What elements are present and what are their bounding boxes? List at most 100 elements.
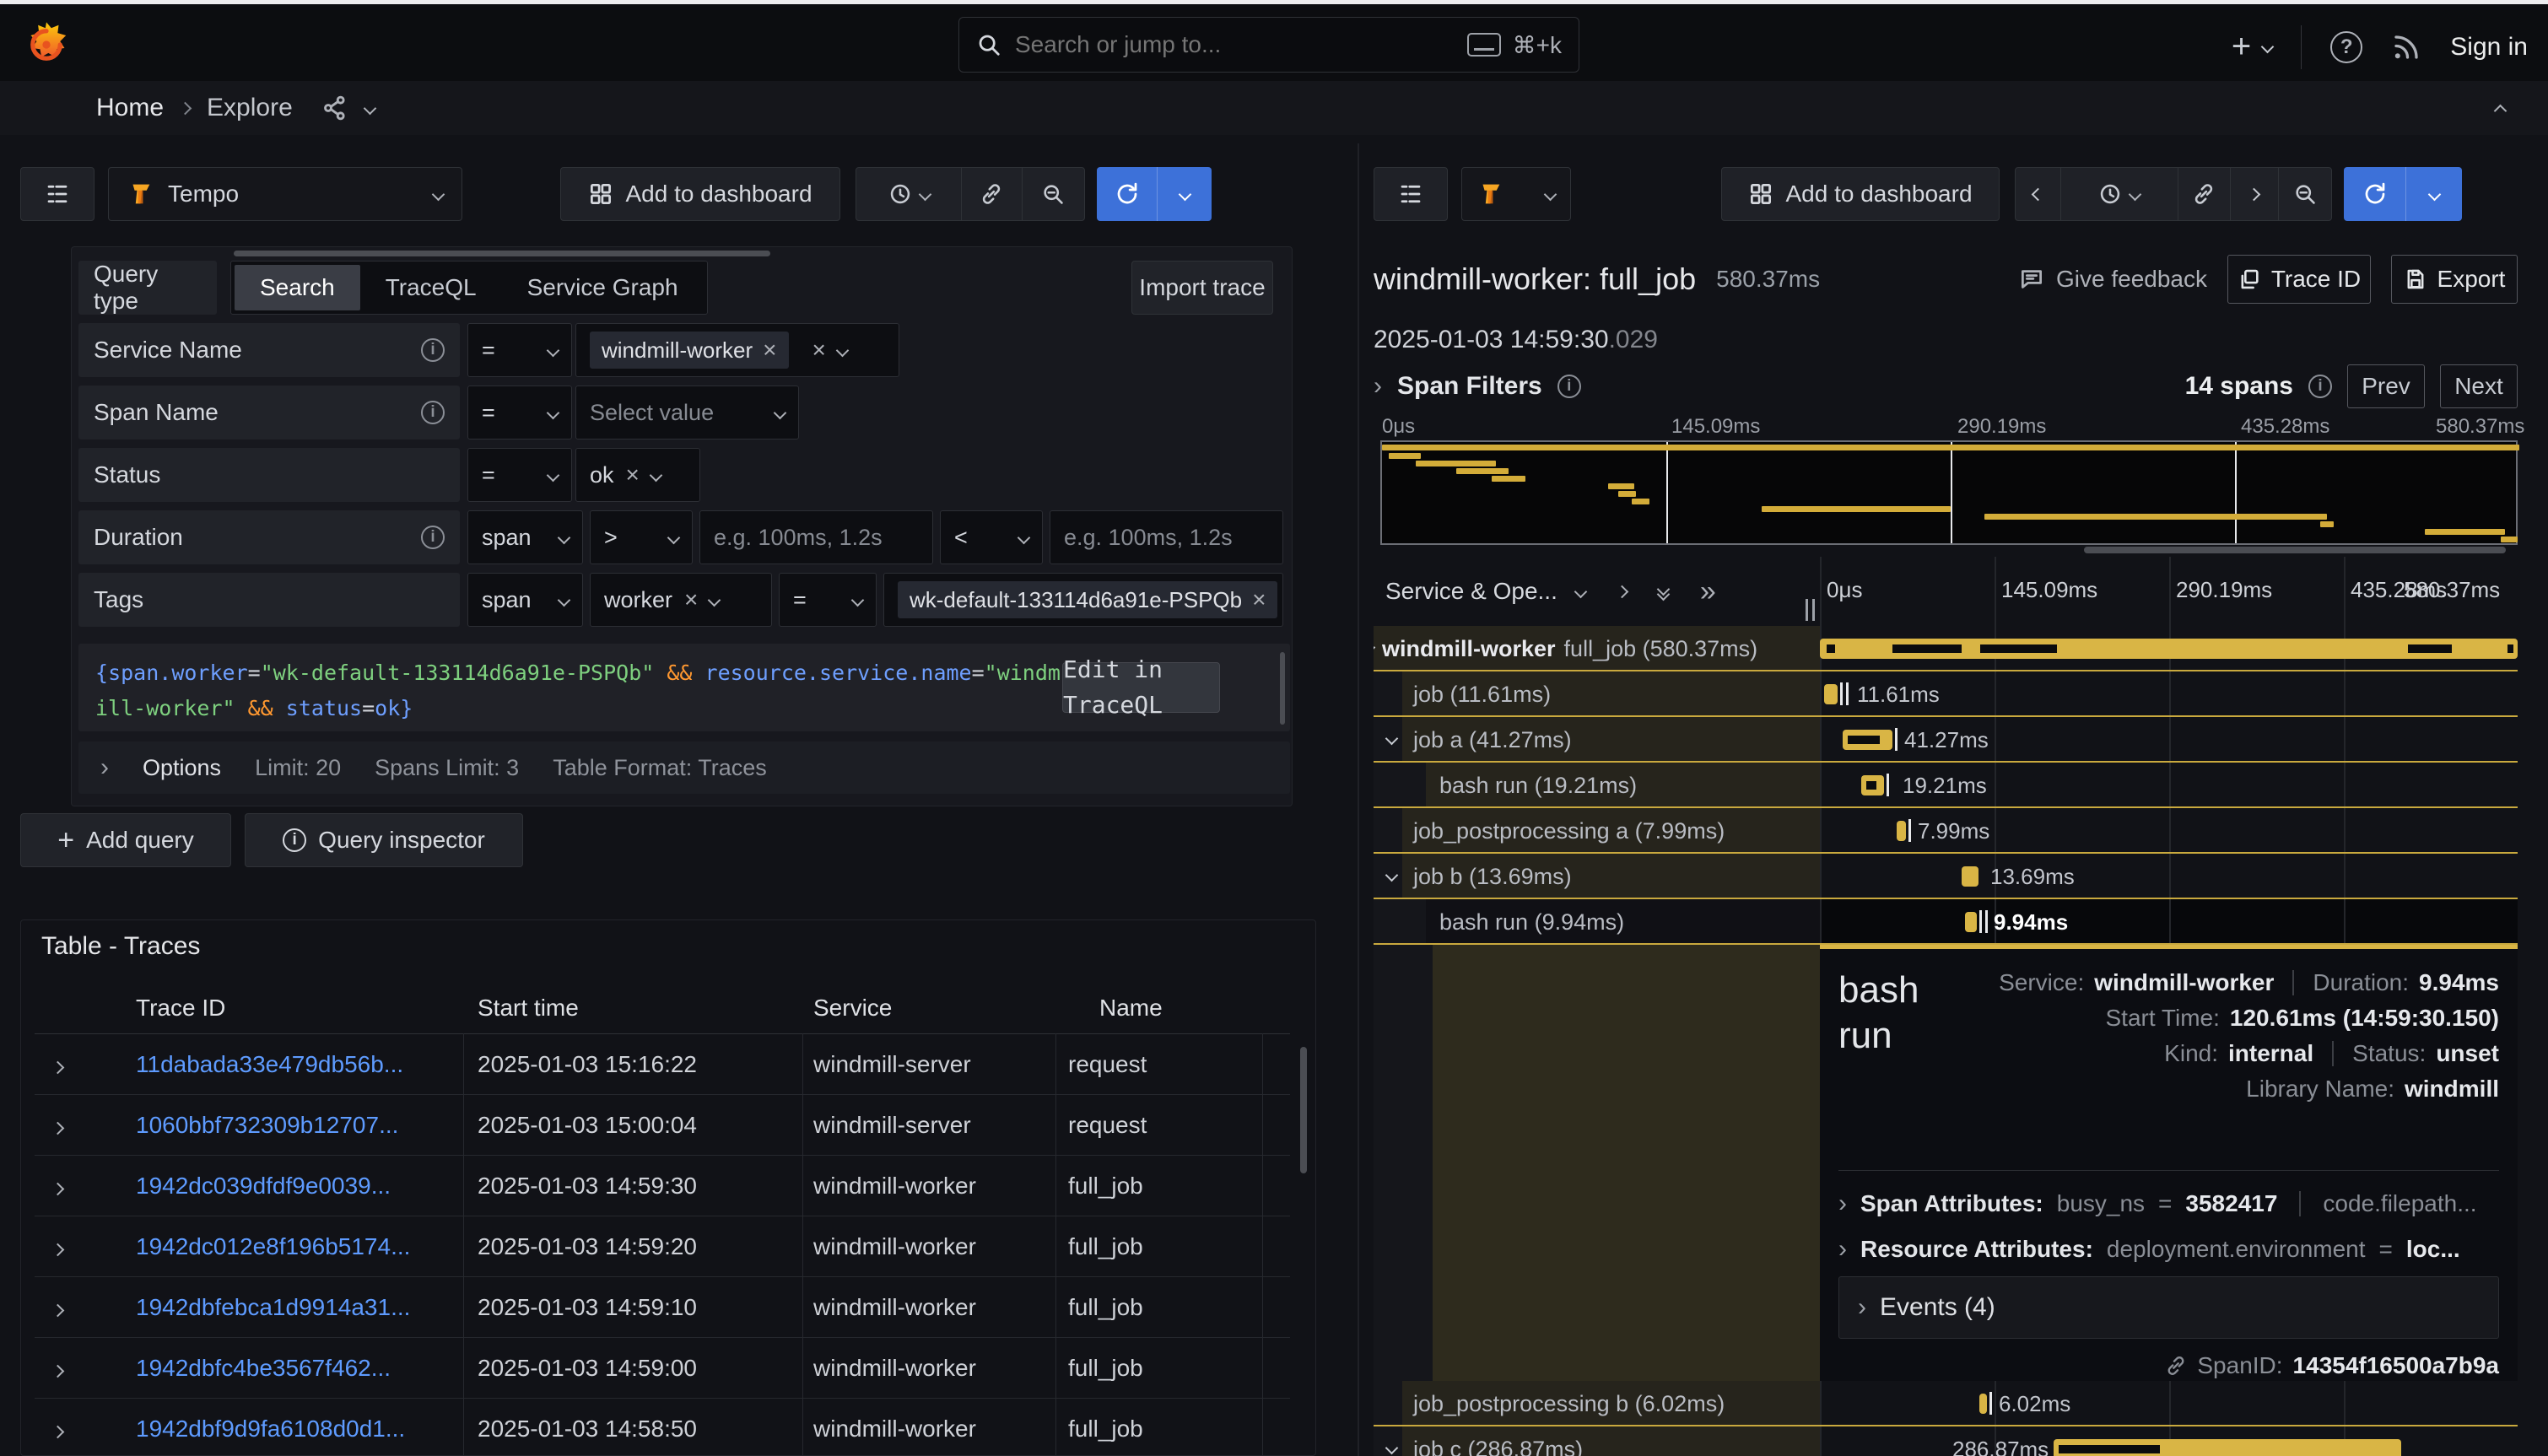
tag-value-select[interactable]: wk-default-133114d6a91e-PSPQb× <box>883 573 1283 627</box>
tag-scope-select[interactable]: span <box>467 573 583 627</box>
row-expand-icon[interactable] <box>35 1355 136 1382</box>
datasource-picker[interactable]: Tempo <box>108 167 462 221</box>
run-query-split-button[interactable] <box>1097 167 1212 221</box>
col-service[interactable]: Service <box>802 995 1055 1022</box>
grafana-logo-icon[interactable] <box>22 20 71 69</box>
col-start-time[interactable]: Start time <box>463 995 802 1022</box>
query-type-tab[interactable]: TraceQL <box>360 265 502 310</box>
span-bar[interactable] <box>1965 912 1977 932</box>
horizontal-scrollbar[interactable] <box>234 251 770 256</box>
trace-id-link[interactable]: 1060bbf732309b12707... <box>136 1112 463 1139</box>
time-picker-button[interactable] <box>856 168 962 220</box>
expand-caret-icon[interactable]: › <box>1374 374 1382 399</box>
add-to-dashboard-button[interactable]: Add to dashboard <box>1721 167 2000 221</box>
breadcrumb-home[interactable]: Home <box>96 94 164 122</box>
expand-caret-icon[interactable] <box>1374 640 1375 654</box>
span-bar[interactable] <box>1824 684 1838 704</box>
events-section[interactable]: › Events (4) <box>1838 1276 2499 1339</box>
tag-key-select[interactable]: worker× <box>590 573 772 627</box>
add-query-button[interactable]: +Add query <box>20 813 231 867</box>
info-icon[interactable]: i <box>421 338 445 362</box>
refresh-interval-dropdown[interactable] <box>1158 167 1212 221</box>
span-track[interactable]: 7.99ms <box>1820 808 2518 854</box>
span-row[interactable]: bash run (19.21ms) 19.21ms <box>1374 763 2518 808</box>
expand-all-icon[interactable] <box>1659 585 1668 599</box>
span-track[interactable]: 19.21ms <box>1820 763 2518 808</box>
span-name-cell[interactable]: job b (13.69ms) <box>1374 854 1820 899</box>
span-name-cell[interactable]: job a (41.27ms) <box>1374 717 1820 763</box>
span-bar[interactable] <box>1897 821 1906 841</box>
operator-select[interactable]: = <box>467 386 572 439</box>
give-feedback-link[interactable]: Give feedback <box>2019 266 2207 293</box>
query-outline-button[interactable] <box>20 167 94 221</box>
duration-gt-select[interactable]: > <box>590 510 693 564</box>
span-track[interactable]: 11.61ms <box>1820 671 2518 717</box>
service-name-value[interactable]: windmill-worker× × <box>575 323 899 377</box>
query-inspector-button[interactable]: iQuery inspector <box>245 813 523 867</box>
run-query-split-button[interactable] <box>2344 167 2462 221</box>
span-row[interactable]: job a (41.27ms) 41.27ms <box>1374 717 2518 763</box>
edit-in-traceql-button[interactable]: Edit in TraceQL <box>1062 662 1220 713</box>
table-row[interactable]: 1942dc012e8f196b5174... 2025-01-03 14:59… <box>35 1216 1290 1277</box>
expand-caret-icon[interactable] <box>1385 731 1399 745</box>
row-expand-icon[interactable] <box>35 1173 136 1200</box>
info-icon[interactable]: i <box>1557 375 1581 398</box>
vertical-scrollbar[interactable] <box>1280 652 1285 725</box>
prev-button[interactable]: Prev <box>2347 364 2425 408</box>
column-resize-handle[interactable] <box>1806 599 1815 621</box>
status-value[interactable]: ok× <box>575 448 700 502</box>
trace-id-link[interactable]: 1942dbfebca1d9914a31... <box>136 1294 463 1321</box>
column-selector[interactable]: Service & Ope... <box>1385 578 1557 605</box>
col-name[interactable]: Name <box>1055 995 1266 1022</box>
table-row[interactable]: 1942dc039dfdf9e0039... 2025-01-03 14:59:… <box>35 1156 1290 1216</box>
collapse-up-icon[interactable] <box>2494 105 2508 118</box>
trace-id-link[interactable]: 1942dbf9d9fa6108d0d1... <box>136 1416 463 1443</box>
table-row[interactable]: 1942dbfc4be3567f462... 2025-01-03 14:59:… <box>35 1338 1290 1399</box>
resource-attributes-row[interactable]: › Resource Attributes: deployment.enviro… <box>1838 1236 2460 1263</box>
refresh-interval-dropdown[interactable] <box>2406 167 2462 221</box>
value-pill[interactable]: windmill-worker× <box>590 332 789 369</box>
span-row[interactable]: job_postprocessing a (7.99ms) 7.99ms <box>1374 808 2518 854</box>
shift-time-forward-button[interactable] <box>2231 168 2280 220</box>
row-expand-icon[interactable] <box>35 1051 136 1078</box>
table-row[interactable]: 1942dbfebca1d9914a31... 2025-01-03 14:59… <box>35 1277 1290 1338</box>
sign-in-link[interactable]: Sign in <box>2450 33 2528 62</box>
global-search[interactable]: ⌘+k <box>958 17 1579 73</box>
zoom-out-button[interactable] <box>1023 168 1084 220</box>
row-expand-icon[interactable] <box>35 1233 136 1260</box>
shift-time-back-button[interactable] <box>2016 168 2061 220</box>
chevron-down-icon[interactable] <box>363 101 376 115</box>
link-split-button[interactable] <box>962 168 1022 220</box>
span-name-cell[interactable]: windmill-worker full_job (580.37ms) <box>1374 626 1820 671</box>
operator-select[interactable]: = <box>467 323 572 377</box>
clear-icon[interactable]: × <box>626 463 640 487</box>
time-picker-button[interactable] <box>2061 168 2178 220</box>
tag-operator-select[interactable]: = <box>779 573 877 627</box>
span-row[interactable]: job c (286.87ms) 286.87ms <box>1374 1426 2518 1456</box>
vertical-scrollbar[interactable] <box>1300 1047 1307 1173</box>
link-icon[interactable] <box>2165 1355 2187 1377</box>
export-button[interactable]: Export <box>2391 255 2518 304</box>
span-row[interactable]: job (11.61ms) 11.61ms <box>1374 671 2518 717</box>
span-name-cell[interactable]: job_postprocessing b (6.02ms) <box>1374 1381 1820 1426</box>
trace-outline-button[interactable] <box>1374 167 1448 221</box>
news-rss-icon[interactable] <box>2391 32 2421 62</box>
table-row[interactable]: 1942dbf9d9fa6108d0d1... 2025-01-03 14:58… <box>35 1399 1290 1456</box>
options-row[interactable]: › Options Limit: 20 Spans Limit: 3 Table… <box>78 741 1290 794</box>
trace-id-link[interactable]: 1942dc012e8f196b5174... <box>136 1233 463 1260</box>
datasource-picker-mini[interactable] <box>1461 167 1571 221</box>
span-track[interactable]: 9.94ms <box>1820 899 2518 945</box>
span-name-value[interactable]: Select value <box>575 386 799 439</box>
horizontal-scrollbar[interactable] <box>2084 547 2506 553</box>
query-type-tab[interactable]: Search <box>235 265 360 310</box>
span-name-cell[interactable]: job_postprocessing a (7.99ms) <box>1374 808 1820 854</box>
row-expand-icon[interactable] <box>35 1112 136 1139</box>
duration-lt-select[interactable]: < <box>940 510 1043 564</box>
span-filters-title[interactable]: Span Filters <box>1397 372 1542 401</box>
expand-caret-icon[interactable] <box>1385 868 1399 882</box>
trace-id-button[interactable]: Trace ID <box>2227 255 2371 304</box>
operator-select[interactable]: = <box>467 448 572 502</box>
span-name-cell[interactable]: job (11.61ms) <box>1374 671 1820 717</box>
span-row[interactable]: job_postprocessing b (6.02ms) 6.02ms <box>1374 1381 2518 1426</box>
span-row[interactable]: bash run (9.94ms) 9.94ms <box>1374 899 2518 945</box>
